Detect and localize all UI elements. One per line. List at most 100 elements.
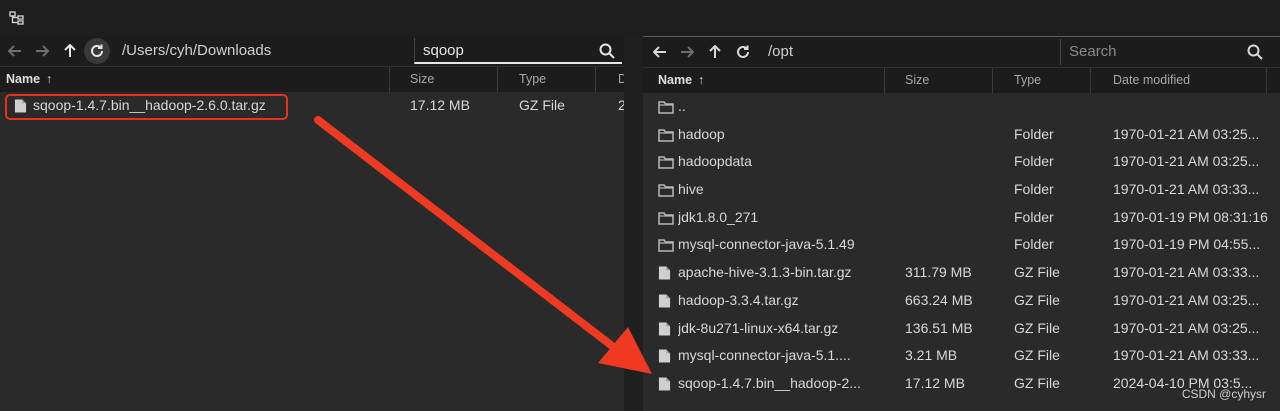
file-type: GZ File [1014,374,1060,391]
column-name[interactable]: Name ↑ [0,67,390,93]
column-date[interactable]: D [596,67,624,93]
file-size: 136.51 MB [905,319,973,336]
file-icon [658,266,671,280]
up-button[interactable] [57,36,83,66]
left-file-list: sqoop-1.4.7.bin__hadoop-2.6.0.tar.gz 17.1… [0,92,624,120]
refresh-button[interactable] [730,37,756,67]
arrow-right-icon [36,45,49,57]
file-size: 311.79 MB [905,264,972,281]
column-size[interactable]: Size [885,68,993,94]
file-size: 17.12 MB [410,97,470,113]
search-input[interactable]: sqoop [414,38,622,64]
folder-icon [658,239,674,253]
back-button[interactable] [2,36,28,66]
file-size [905,231,1001,259]
file-row[interactable]: mysql-connector-java-5.1.... 3.21 MB GZ Fi… [643,342,1280,370]
folder-icon [658,128,674,142]
file-size: 17.12 MB [905,374,965,391]
forward-button[interactable] [674,37,700,67]
arrow-left-icon [653,46,666,58]
selection-highlight [5,94,288,120]
file-name: .. [678,98,686,114]
file-size [905,121,1001,149]
file-name: mysql-connector-java-5.1.... [678,347,851,364]
forward-button[interactable] [29,36,55,66]
file-row[interactable]: apache-hive-3.1.3-bin.tar.gz 311.79 MB GZ … [643,259,1280,287]
sort-asc-icon: ↑ [46,72,53,86]
up-button[interactable] [702,37,728,67]
file-type: Folder [1014,181,1054,198]
file-icon [658,377,671,391]
search-icon[interactable] [1247,44,1263,60]
file-row[interactable]: jdk-8u271-linux-x64.tar.gz 136.51 MB GZ Fi… [643,315,1280,343]
file-type: Folder [1014,125,1054,142]
current-path[interactable]: /Users/cyh/Downloads [122,36,271,66]
column-type[interactable]: Type [498,67,596,93]
file-date: 1970-01-21 AM 03:25... [1113,153,1260,170]
folder-icon [658,156,674,170]
file-icon [658,349,671,363]
folder-icon [658,101,674,114]
file-row[interactable]: .. [643,93,1280,121]
sort-asc-icon: ↑ [698,73,705,87]
arrow-up-icon [64,44,76,57]
file-size [905,204,1001,232]
column-date[interactable]: Date modified [1091,68,1267,94]
left-toolbar: /Users/cyh/Downloads sqoop [0,36,624,66]
refresh-button[interactable] [84,38,110,64]
column-header: Name ↑ Size Type D [0,66,624,93]
file-date: 1970-01-21 AM 03:33... [1113,264,1260,281]
column-name[interactable]: Name ↑ [643,68,885,94]
file-type: GZ File [519,97,565,113]
right-file-list: .. hadoop Folder 1970-01-21 AM 03:25... hado… [643,93,1280,398]
refresh-icon [91,44,103,57]
file-name: hadoop-3.3.4.tar.gz [678,291,799,308]
file-type: GZ File [1014,291,1060,308]
file-name: mysql-connector-java-5.1.49 [678,236,855,253]
file-name: hadoopdata [678,153,752,170]
file-date: 1970-01-21 AM 03:25... [1113,291,1260,308]
file-type: Folder [1014,236,1054,253]
column-type[interactable]: Type [993,68,1091,94]
refresh-icon [737,45,749,58]
file-row[interactable]: mysql-connector-java-5.1.49 Folder 1970-01… [643,231,1280,259]
arrow-up-icon [709,45,721,58]
pane-divider[interactable] [624,36,643,411]
file-row[interactable]: jdk1.8.0_271 Folder 1970-01-19 PM 08:31:16 [643,204,1280,232]
file-date: 1970-01-21 AM 03:25... [1113,319,1260,336]
current-path[interactable]: /opt [768,37,793,67]
file-row[interactable]: hadoop Folder 1970-01-21 AM 03:25... [643,121,1280,149]
file-name: sqoop-1.4.7.bin__hadoop-2... [678,374,861,391]
file-type: GZ File [1014,347,1060,364]
arrow-right-icon [681,46,694,58]
search-icon[interactable] [599,43,615,59]
file-type [1014,93,1104,121]
file-type: Folder [1014,153,1054,170]
column-header: Name ↑ Size Type Date modified [643,67,1280,94]
file-row[interactable]: sqoop-1.4.7.bin__hadoop-2.6.0.tar.gz 17.1… [0,92,624,120]
search-input[interactable]: Search [1060,39,1270,65]
column-size[interactable]: Size [390,67,498,93]
file-type: Folder [1014,208,1054,225]
arrow-left-icon [8,45,21,57]
file-row[interactable]: hadoop-3.3.4.tar.gz 663.24 MB GZ File 1970-… [643,287,1280,315]
file-date: 1970-01-19 PM 04:55... [1113,236,1261,253]
folder-icon [658,212,674,225]
file-row[interactable]: hadoopdata Folder 1970-01-21 AM 03:25... [643,148,1280,176]
file-size [905,176,1001,204]
folder-icon [658,184,674,197]
back-button[interactable] [647,37,673,67]
tree-view-icon[interactable] [9,11,25,25]
file-size: 663.24 MB [905,291,973,308]
file-name: jdk-8u271-linux-x64.tar.gz [678,319,839,336]
file-type: GZ File [1014,319,1060,336]
left-file-pane: /Users/cyh/Downloads sqoop Name ↑ Size Ty… [0,36,624,411]
file-date: 1970-01-21 AM 03:25... [1113,125,1260,142]
file-row[interactable]: hive Folder 1970-01-21 AM 03:33... [643,176,1280,204]
file-date: 1970-01-21 AM 03:33... [1113,181,1260,198]
right-file-pane: /opt Search Name ↑ Size Type Date modifie… [643,36,1280,411]
file-name: apache-hive-3.1.3-bin.tar.gz [678,264,852,281]
top-bar [0,0,1280,36]
file-size: 3.21 MB [905,347,958,364]
search-value: sqoop [423,42,464,59]
